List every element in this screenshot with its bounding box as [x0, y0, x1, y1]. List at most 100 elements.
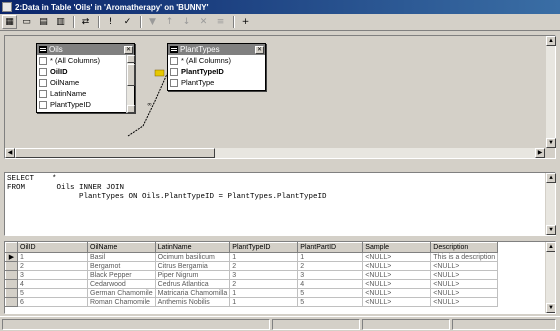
sql-pane[interactable]: SELECT * FROM Oils INNER JOIN PlantTypes…	[4, 172, 556, 236]
table-row[interactable]: 3 Black Pepper Piper Nigrum 3 3 <NULL> <NULL>	[5, 270, 499, 280]
run-icon[interactable]: !	[103, 15, 118, 29]
column-checkbox[interactable]	[39, 89, 47, 98]
column-list-scrollbar[interactable]	[126, 55, 135, 113]
results-grid[interactable]: OilID OilName LatinName PlantTypeID PlantPar…	[5, 242, 499, 307]
grid-vertical-scrollbar[interactable]: ▲ ▼	[545, 242, 555, 313]
grid-cell[interactable]: 1	[229, 288, 299, 298]
grid-cell[interactable]: Cedrus Atlantica	[155, 279, 231, 289]
grid-cell[interactable]: <NULL>	[362, 261, 432, 271]
grid-cell[interactable]: <NULL>	[430, 297, 499, 307]
grid-cell[interactable]: <NULL>	[430, 261, 499, 271]
diagram-vertical-scrollbar[interactable]: ▲ ▼	[545, 36, 556, 148]
grid-cell[interactable]: 1	[229, 252, 299, 262]
diagram-horizontal-scrollbar[interactable]: ◀ ▶	[5, 148, 545, 158]
row-header[interactable]: ▶	[5, 252, 18, 262]
table-row[interactable]: 2 Bergamot Citrus Bergamia 2 2 <NULL> <NULL>	[5, 261, 499, 271]
grid-cell[interactable]: Roman Chamomile	[87, 297, 156, 307]
grid-cell[interactable]: <NULL>	[362, 297, 432, 307]
grid-cell[interactable]: <NULL>	[362, 270, 432, 280]
grid-cell[interactable]: Citrus Bergamia	[155, 261, 231, 271]
column-checkbox[interactable]	[39, 56, 47, 65]
grid-cell[interactable]: 1	[297, 252, 364, 262]
grid-cell[interactable]: Ocimum basilicum	[155, 252, 231, 262]
grid-cell[interactable]: <NULL>	[430, 270, 499, 280]
row-header[interactable]	[5, 279, 18, 289]
grid-cell[interactable]: 5	[297, 297, 364, 307]
table-oils[interactable]: Oils ✕ * (All Columns) OilID OilName LatinN…	[36, 43, 135, 113]
column-row[interactable]: OilName	[37, 77, 134, 88]
sql-line[interactable]: PlantTypes ON Oils.PlantTypeID = PlantTy…	[7, 193, 327, 201]
results-grid-pane[interactable]: OilID OilName LatinName PlantTypeID PlantPar…	[4, 241, 556, 314]
row-header[interactable]	[5, 288, 18, 298]
grid-cell[interactable]: <NULL>	[362, 279, 432, 289]
column-header[interactable]: OilName	[87, 242, 156, 253]
table-row[interactable]: 4 Cedarwood Cedrus Atlantica 2 4 <NULL> <NULL>	[5, 279, 499, 289]
scroll-left-icon[interactable]: ◀	[5, 148, 15, 158]
grid-cell[interactable]: Bergamot	[87, 261, 156, 271]
sql-vertical-scrollbar[interactable]: ▲ ▼	[545, 173, 556, 235]
column-row[interactable]: PlantTypeID	[168, 66, 265, 77]
column-header[interactable]: PlantPartID	[297, 242, 364, 253]
scroll-up-icon[interactable]	[127, 55, 135, 63]
column-header[interactable]: PlantTypeID	[229, 242, 299, 253]
table-planttypes-title[interactable]: PlantTypes ✕	[168, 44, 265, 55]
scroll-down-icon[interactable]: ▼	[546, 225, 556, 235]
close-icon[interactable]: ✕	[124, 45, 133, 54]
close-icon[interactable]: ✕	[255, 45, 264, 54]
grid-cell[interactable]: 1	[229, 297, 299, 307]
grid-corner[interactable]	[5, 242, 18, 253]
group-by-icon[interactable]: ≡	[213, 15, 228, 29]
column-row[interactable]: LatinName	[37, 88, 134, 99]
add-table-icon[interactable]: +	[238, 15, 253, 29]
grid-cell[interactable]: 2	[17, 261, 88, 271]
grid-cell[interactable]: <NULL>	[362, 288, 432, 298]
results-pane-icon[interactable]: ▥	[53, 15, 68, 29]
table-row[interactable]: ▶ 1 Basil Ocimum basilicum 1 1 <NULL> This is a…	[5, 252, 499, 262]
grid-cell[interactable]: 6	[17, 297, 88, 307]
grid-cell[interactable]: 2	[229, 279, 299, 289]
scroll-up-icon[interactable]: ▲	[546, 242, 555, 252]
row-header[interactable]	[5, 297, 18, 307]
table-oils-title[interactable]: Oils ✕	[37, 44, 134, 55]
table-planttypes[interactable]: PlantTypes ✕ * (All Columns) PlantTypeID P…	[167, 43, 266, 91]
row-header[interactable]	[5, 261, 18, 271]
table-row[interactable]: 5 German Chamomile Matricaria Chamomilla 1 5…	[5, 288, 499, 298]
change-type-icon[interactable]: ⇄	[78, 15, 93, 29]
sort-desc-icon[interactable]: ↓	[179, 15, 194, 29]
grid-cell[interactable]: 3	[17, 270, 88, 280]
column-row[interactable]: * (All Columns)	[37, 55, 134, 66]
sql-pane-icon[interactable]: ▭	[19, 15, 34, 29]
column-header[interactable]: Sample	[362, 242, 432, 253]
sort-asc-icon[interactable]: ↑	[162, 15, 177, 29]
verify-sql-icon[interactable]: ✓	[120, 15, 135, 29]
scroll-right-icon[interactable]: ▶	[535, 148, 545, 158]
grid-cell[interactable]: Cedarwood	[87, 279, 156, 289]
column-row[interactable]: * (All Columns)	[168, 55, 265, 66]
scroll-thumb[interactable]	[127, 64, 135, 86]
app-icon[interactable]	[2, 2, 12, 12]
scroll-up-icon[interactable]: ▲	[546, 173, 556, 183]
column-checkbox[interactable]	[39, 67, 47, 76]
column-checkbox[interactable]	[39, 100, 47, 109]
scroll-up-icon[interactable]: ▲	[546, 36, 556, 46]
column-checkbox[interactable]	[170, 78, 178, 87]
row-header[interactable]	[5, 270, 18, 280]
scroll-down-icon[interactable]: ▼	[546, 138, 556, 148]
grid-cell[interactable]: 4	[297, 279, 364, 289]
grid-cell[interactable]: <NULL>	[362, 252, 432, 262]
diagram-pane-icon[interactable]: ▤	[36, 15, 51, 29]
grid-cell[interactable]: <NULL>	[430, 279, 499, 289]
sql-line[interactable]: FROM Oils INNER JOIN	[7, 184, 124, 192]
column-checkbox[interactable]	[39, 78, 47, 87]
grid-cell[interactable]: 2	[229, 261, 299, 271]
remove-filter-icon[interactable]: ✕	[196, 15, 211, 29]
grid-cell[interactable]: Matricaria Chamomilla	[155, 288, 231, 298]
column-row[interactable]: PlantTypeID	[37, 99, 134, 110]
grid-cell[interactable]: 2	[297, 261, 364, 271]
column-row[interactable]: PlantType	[168, 77, 265, 88]
grid-cell[interactable]: German Chamomile	[87, 288, 156, 298]
grid-cell[interactable]: Black Pepper	[87, 270, 156, 280]
pane-splitter[interactable]	[4, 166, 556, 170]
column-header[interactable]: Description	[430, 242, 499, 253]
grid-cell[interactable]: 5	[297, 288, 364, 298]
